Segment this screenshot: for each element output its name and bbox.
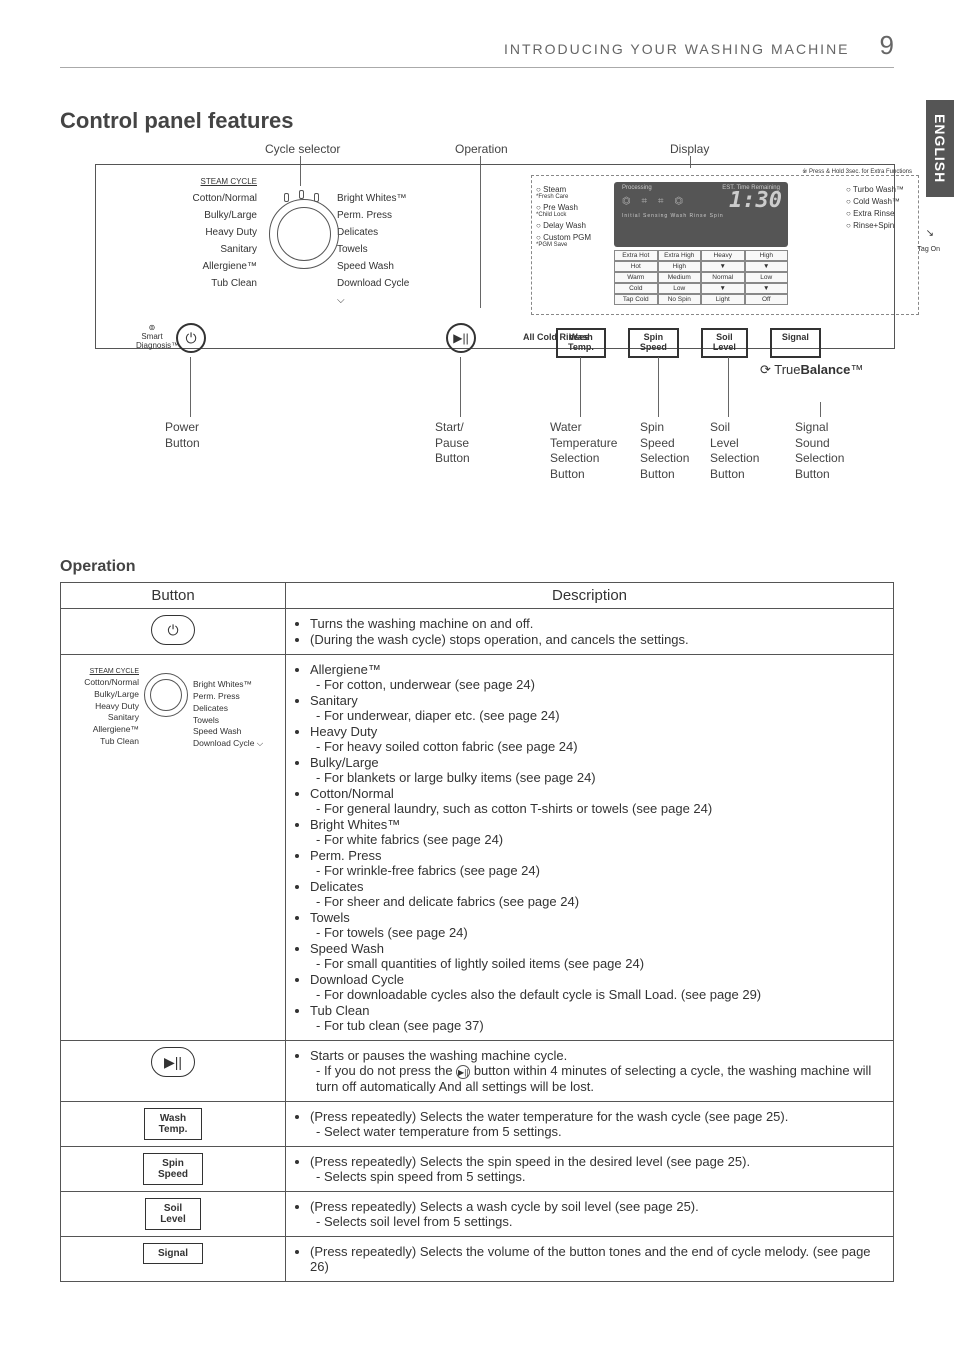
cycle-item: Sanitary- For underwear, diaper etc. (se…	[310, 693, 885, 723]
language-tab: ENGLISH	[926, 100, 954, 197]
display-grid: Extra HotExtra HighHeavyHigh HotHigh▼▼ W…	[614, 250, 788, 305]
power-icon: ⏻	[151, 615, 195, 645]
table-row: Spin Speed (Press repeatedly) Selects th…	[61, 1146, 894, 1191]
desc-line: Turns the washing machine on and off.	[310, 616, 885, 631]
caption-startpause: Start/ Pause Button	[435, 420, 470, 467]
display-area: ※ Press & Hold 3sec. for Extra Functions…	[531, 175, 919, 315]
desc-line: (Press repeatedly) Selects the spin spee…	[310, 1154, 885, 1184]
desc-line: (During the wash cycle) stops operation,…	[310, 632, 885, 647]
cycle-item: Bulky/Large- For blankets or large bulky…	[310, 755, 885, 785]
desc-line: Starts or pauses the washing machine cyc…	[310, 1048, 885, 1094]
start-pause-icon: ▶||	[151, 1047, 195, 1077]
all-cold-rinses: All Cold Rinses	[523, 332, 589, 342]
disp-opt: ○ Cold Wash™	[846, 197, 914, 206]
cycle-item: Speed Wash- For small quantities of ligh…	[310, 941, 885, 971]
spin-speed-button: Spin Speed	[628, 328, 679, 358]
th-button: Button	[61, 583, 286, 609]
lbl-operation: Operation	[455, 142, 508, 156]
cycle-opt: Speed Wash	[337, 258, 417, 275]
signal-btn: Signal	[143, 1243, 203, 1264]
smart-diagnosis-label: ⊚Smart Diagnosis™	[136, 323, 168, 350]
steam-cycle-label: STEAM CYCLE	[191, 173, 257, 190]
spin-speed-btn: Spin Speed	[143, 1153, 203, 1185]
cycle-item: Allergiene™- For cotton, underwear (see …	[310, 662, 885, 692]
wash-temp-btn: Wash Temp.	[144, 1108, 203, 1140]
cycle-item: Delicates- For sheer and delicate fabric…	[310, 879, 885, 909]
desc-line: (Press repeatedly) Selects the volume of…	[310, 1244, 885, 1274]
table-row: Signal (Press repeatedly) Selects the vo…	[61, 1236, 894, 1281]
signal-button: Signal	[770, 328, 821, 358]
cycle-opt: Bulky/Large	[191, 207, 257, 224]
table-row: ⏻ Turns the washing machine on and off. …	[61, 609, 894, 655]
section-heading: Control panel features	[60, 108, 894, 134]
table-row: Wash Temp. (Press repeatedly) Selects th…	[61, 1101, 894, 1146]
disp-opt: ○ Custom PGM*PGM Save	[536, 233, 606, 248]
tag-on-label: Tag On	[917, 246, 940, 253]
caption-soil: Soil Level Selection Button	[710, 420, 759, 482]
cycle-dial: STEAM CYCLE Cotton/Normal Bulky/Large He…	[191, 173, 417, 313]
th-desc: Description	[286, 583, 894, 609]
cycle-dial-thumb: STEAM CYCLE Cotton/Normal Bulky/Large He…	[83, 667, 263, 750]
cycle-opt: Heavy Duty	[191, 224, 257, 241]
cycle-opt: Download Cycle ⌵	[337, 275, 417, 309]
soil-level-btn: Soil Level	[145, 1198, 201, 1230]
panel-outline: STEAM CYCLE Cotton/Normal Bulky/Large He…	[95, 164, 895, 349]
disp-opt: ○ Extra Rinse	[846, 209, 914, 218]
cycle-item: Cotton/Normal- For general laundry, such…	[310, 786, 885, 816]
lcd-screen: Processing EST. Time Remaining ⏣ ⌗ ⌗ ⏣ I…	[614, 182, 788, 247]
disp-opt: ○ Steam*Fresh Care	[536, 185, 606, 200]
header-section: INTRODUCING YOUR WASHING MACHINE	[504, 41, 850, 57]
lbl-display: Display	[670, 142, 709, 156]
operation-table: Button Description ⏻ Turns the washing m…	[60, 582, 894, 1282]
truebalance-logo: ⟳ TrueBalance™	[760, 362, 863, 378]
cycle-opt: Perm. Press	[337, 207, 417, 224]
cycle-opt: Bright Whites™	[337, 190, 417, 207]
cycle-opt: Towels	[337, 241, 417, 258]
cycle-item: Perm. Press- For wrinkle-free fabrics (s…	[310, 848, 885, 878]
table-row: ▶|| Starts or pauses the washing machine…	[61, 1041, 894, 1102]
operation-heading: Operation	[60, 558, 894, 576]
cycle-opt: Cotton/Normal	[191, 190, 257, 207]
display-note: ※ Press & Hold 3sec. for Extra Functions	[802, 168, 912, 175]
lbl-cycle-selector: Cycle selector	[265, 142, 340, 156]
cycle-item: Towels- For towels (see page 24)	[310, 910, 885, 940]
table-row: STEAM CYCLE Cotton/Normal Bulky/Large He…	[61, 655, 894, 1041]
disp-opt: ○ Rinse+Spin	[846, 221, 914, 230]
caption-signal: Signal Sound Selection Button	[795, 420, 844, 482]
cycle-opt: Delicates	[337, 224, 417, 241]
disp-opt: ○ Turbo Wash™	[846, 185, 914, 194]
cycle-item: Bright Whites™- For white fabrics (see p…	[310, 817, 885, 847]
disp-opt: ○ Pre Wash*Child Lock	[536, 203, 606, 218]
cycle-item: Download Cycle- For downloadable cycles …	[310, 972, 885, 1002]
desc-line: (Press repeatedly) Selects the water tem…	[310, 1109, 885, 1139]
start-pause-inline-icon: ▶||	[456, 1065, 470, 1079]
control-panel-diagram: Cycle selector Operation Display STEAM C…	[60, 142, 894, 542]
cycle-item: Tub Clean- For tub clean (see page 37)	[310, 1003, 885, 1033]
tag-arrow-icon: ↘	[926, 228, 934, 239]
desc-line: (Press repeatedly) Selects a wash cycle …	[310, 1199, 885, 1229]
cycle-item: Heavy Duty- For heavy soiled cotton fabr…	[310, 724, 885, 754]
soil-level-button: Soil Level	[701, 328, 748, 358]
table-row: Soil Level (Press repeatedly) Selects a …	[61, 1191, 894, 1236]
caption-water: Water Temperature Selection Button	[550, 420, 617, 482]
disp-opt: ○ Delay Wash	[536, 221, 606, 230]
power-button-icon: ⏻	[176, 323, 206, 353]
page-number: 9	[880, 30, 894, 61]
caption-spin: Spin Speed Selection Button	[640, 420, 689, 482]
cycle-opt: Allergiene™	[191, 258, 257, 275]
caption-power: Power Button	[165, 420, 200, 451]
cycle-opt: Tub Clean	[191, 275, 257, 292]
cycle-opt: Sanitary	[191, 241, 257, 258]
start-pause-button-icon: ▶||	[446, 323, 476, 353]
dial-inner	[277, 207, 331, 261]
